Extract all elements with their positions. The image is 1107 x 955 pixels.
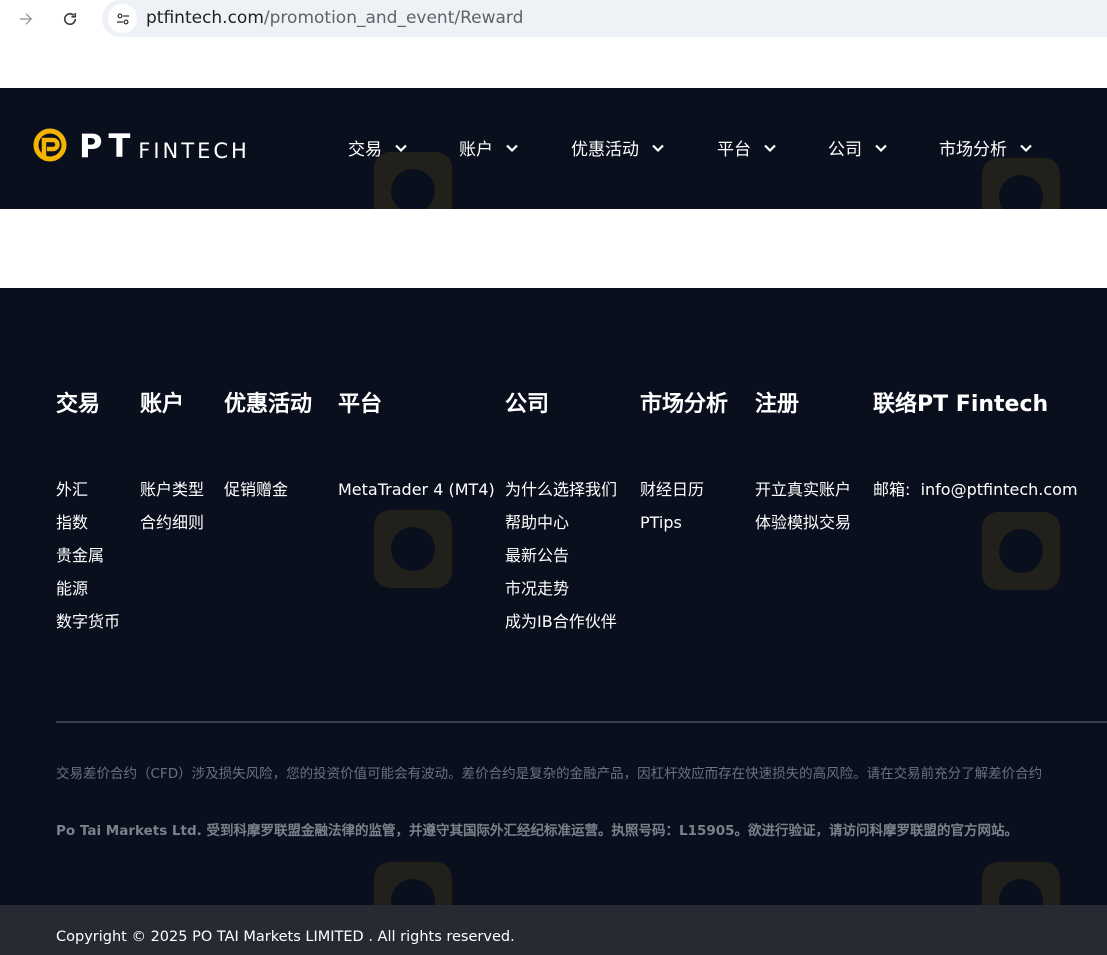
footer-col-title: 市场分析 — [640, 392, 729, 417]
chevron-down-icon — [764, 144, 776, 152]
logo-pt-text: PT — [79, 127, 137, 165]
nav-company[interactable]: 公司 — [828, 135, 939, 160]
nav-label: 平台 — [717, 140, 751, 160]
footer-col-title: 公司 — [505, 392, 550, 417]
copyright-bar: Copyright © 2025 PO TAI Markets LIMITED … — [0, 905, 1107, 955]
footer-col-company: 公司 为什么选择我们 帮助中心 最新公告 市况走势 成为IB合作伙伴 — [505, 391, 617, 638]
footer-link-account-types[interactable]: 账户类型 — [140, 473, 204, 506]
footer-divider — [56, 721, 1107, 723]
footer-col-contact: 联络PT Fintech 邮箱: info@ptfintech.com — [873, 391, 1078, 506]
footer-link-crypto[interactable]: 数字货币 — [56, 605, 120, 638]
chevron-down-icon — [506, 144, 518, 152]
reload-icon — [63, 12, 77, 26]
site-footer: 交易 外汇 指数 贵金属 能源 数字货币 账户 账户类型 合约细则 优惠活动 促… — [0, 288, 1107, 955]
nav-label: 公司 — [828, 140, 862, 160]
watermark-icon — [982, 512, 1060, 590]
logo-fintech-text: FINTECH — [138, 139, 250, 163]
nav-market-analysis[interactable]: 市场分析 — [939, 135, 1033, 160]
nav-account[interactable]: 账户 — [459, 135, 571, 160]
footer-link-help-center[interactable]: 帮助中心 — [505, 506, 617, 539]
footer-link-announcements[interactable]: 最新公告 — [505, 539, 617, 572]
url-host: ptfintech.com — [146, 8, 264, 28]
footer-link-mt4[interactable]: MetaTrader 4 (MT4) — [338, 473, 495, 506]
footer-col-account: 账户 账户类型 合约细则 — [140, 391, 204, 539]
footer-col-register: 注册 开立真实账户 体验模拟交易 — [755, 391, 851, 539]
footer-col-title: 账户 — [140, 392, 185, 417]
page-content-empty — [0, 209, 1107, 288]
logo[interactable]: PT FINTECH — [33, 124, 250, 164]
footer-link-economic-calendar[interactable]: 财经日历 — [640, 473, 728, 506]
url-path: /promotion_and_event/Reward — [263, 8, 524, 28]
footer-col-promotions: 优惠活动 促销赠金 — [224, 391, 312, 506]
nav-label: 市场分析 — [939, 140, 1007, 160]
copyright-text: Copyright © 2025 PO TAI Markets LIMITED … — [56, 929, 515, 945]
nav-promotions[interactable]: 优惠活动 — [571, 135, 717, 160]
footer-col-trading: 交易 外汇 指数 贵金属 能源 数字货币 — [56, 391, 120, 638]
chevron-down-icon — [395, 144, 407, 152]
nav-label: 优惠活动 — [571, 140, 639, 160]
pt-logo-icon — [33, 128, 67, 162]
footer-col-title: 注册 — [755, 392, 800, 417]
footer-link-metals[interactable]: 贵金属 — [56, 539, 120, 572]
footer-col-title: 交易 — [56, 392, 101, 417]
nav-label: 交易 — [348, 140, 382, 160]
risk-disclaimer: 交易差价合约（CFD）涉及损失风险，您的投资价值可能会有波动。差价合约是复杂的金… — [56, 766, 1043, 782]
address-bar[interactable]: ptfintech.com/promotion_and_event/Reward — [102, 0, 1107, 37]
footer-link-why-us[interactable]: 为什么选择我们 — [505, 473, 617, 506]
tune-icon — [116, 12, 129, 25]
chevron-down-icon — [875, 144, 887, 152]
footer-link-market-trends[interactable]: 市况走势 — [505, 572, 617, 605]
footer-link-open-live-account[interactable]: 开立真实账户 — [755, 473, 851, 506]
nav-label: 账户 — [459, 140, 493, 160]
main-nav: 交易 账户 优惠活动 平台 公司 市场分析 — [348, 135, 1033, 160]
footer-link-email[interactable]: 邮箱: info@ptfintech.com — [873, 473, 1078, 506]
nav-trading[interactable]: 交易 — [348, 135, 459, 160]
footer-col-platform: 平台 MetaTrader 4 (MT4) — [338, 391, 495, 506]
footer-link-indices[interactable]: 指数 — [56, 506, 120, 539]
browser-toolbar: ptfintech.com/promotion_and_event/Reward — [0, 0, 1107, 37]
site-header: PT FINTECH 交易 账户 优惠活动 平台 公司 市场分析 — [0, 88, 1107, 236]
footer-col-title: 优惠活动 — [224, 392, 313, 417]
nav-platform[interactable]: 平台 — [717, 135, 828, 160]
footer-link-contract-specs[interactable]: 合约细则 — [140, 506, 204, 539]
url-text: ptfintech.com/promotion_and_event/Reward — [146, 8, 523, 28]
watermark-icon — [374, 510, 452, 588]
footer-link-ib-partner[interactable]: 成为IB合作伙伴 — [505, 605, 617, 638]
footer-link-energy[interactable]: 能源 — [56, 572, 120, 605]
regulation-notice: Po Tai Markets Ltd. 受到科摩罗联盟金融法律的监管，并遵守其国… — [56, 823, 1019, 839]
footer-link-bonus[interactable]: 促销赠金 — [224, 473, 312, 506]
reload-button[interactable] — [58, 7, 82, 31]
footer-link-forex[interactable]: 外汇 — [56, 473, 120, 506]
footer-link-ptips[interactable]: PTips — [640, 506, 728, 539]
chevron-down-icon — [1020, 144, 1032, 152]
footer-col-title: 联络PT Fintech — [873, 392, 1049, 417]
footer-link-demo-trading[interactable]: 体验模拟交易 — [755, 506, 851, 539]
arrow-right-icon — [20, 13, 33, 25]
chevron-down-icon — [652, 144, 664, 152]
forward-button[interactable] — [14, 7, 38, 31]
site-info-button[interactable] — [108, 4, 137, 33]
footer-col-market-analysis: 市场分析 财经日历 PTips — [640, 391, 728, 539]
footer-col-title: 平台 — [338, 392, 383, 417]
